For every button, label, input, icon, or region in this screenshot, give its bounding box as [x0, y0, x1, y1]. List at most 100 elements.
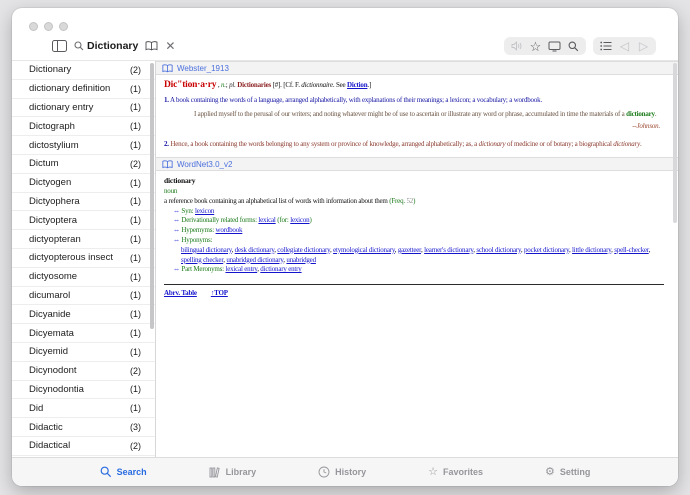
hyponym-link[interactable]: unabridged dictionary: [226, 256, 283, 264]
forward-icon[interactable]: ▷: [635, 39, 652, 53]
pronounce-speaker-icon[interactable]: [508, 39, 525, 53]
word-label: dicumarol: [29, 290, 126, 301]
hyponym-link[interactable]: collegiate dictionary: [277, 246, 330, 254]
word-list-item[interactable]: dictyopterous insect (1): [12, 249, 155, 268]
tab-setting[interactable]: ⚙ Setting: [545, 467, 590, 478]
hyponym-link[interactable]: bilingual dictionary: [181, 246, 232, 254]
hyponym-link[interactable]: spelling checker: [181, 256, 223, 264]
close-window-button[interactable]: [29, 22, 38, 31]
word-label: Dictyogen: [29, 177, 126, 188]
synonym-link[interactable]: lexicon: [195, 207, 214, 215]
word-list-item[interactable]: Didactical (2): [12, 437, 155, 456]
word-label: Dictyoptera: [29, 215, 126, 226]
word-label: dictyopteran: [29, 234, 126, 245]
top-link[interactable]: ↑TOP: [211, 289, 228, 299]
search-input[interactable]: Dictionary: [74, 40, 138, 52]
tab-favorites[interactable]: ☆ Favorites: [428, 467, 483, 478]
favorite-star-icon[interactable]: ☆: [527, 39, 544, 53]
search-icon: [74, 41, 84, 51]
word-list-item[interactable]: dictyosome (1): [12, 268, 155, 287]
dictionary-book-icon[interactable]: [145, 39, 158, 53]
hyponym-link[interactable]: desk dictionary: [235, 246, 275, 254]
derivation-for-link[interactable]: lexicon: [290, 216, 309, 224]
word-list-item[interactable]: Dictyophera (1): [12, 193, 155, 212]
word-count: (1): [130, 290, 141, 300]
search-value: Dictionary: [87, 40, 138, 52]
word-label: Dicyemata: [29, 328, 126, 339]
word-list-item[interactable]: Didactic (3): [12, 418, 155, 437]
word-list-item[interactable]: Dicyemid (1): [12, 343, 155, 362]
meronym-link[interactable]: lexical entry: [225, 265, 257, 273]
word-list: Dictionary (2) dictionary definition (1)…: [12, 61, 155, 456]
see-diction-link[interactable]: Diction: [347, 81, 367, 89]
meronym-link[interactable]: dictionary entry: [260, 265, 301, 273]
tab-library[interactable]: Library: [209, 466, 257, 478]
definition-1: 1. A book containing the words of a lang…: [164, 95, 668, 105]
hypernym-link[interactable]: wordbook: [216, 226, 243, 234]
word-count: (1): [130, 384, 141, 394]
word-count: (1): [130, 121, 141, 131]
etymology: dictionnaire: [301, 81, 333, 89]
word-list-item[interactable]: dicumarol (1): [12, 287, 155, 306]
history-clock-icon: [318, 466, 330, 478]
hyponym-link[interactable]: unabridged: [286, 256, 316, 264]
tab-history[interactable]: History: [318, 466, 366, 478]
find-in-page-icon[interactable]: [565, 39, 582, 53]
favorites-star-icon: ☆: [428, 467, 438, 478]
word-list-item[interactable]: Dictograph (1): [12, 117, 155, 136]
word-list-item[interactable]: dictionary definition (1): [12, 80, 155, 99]
hyponym-link[interactable]: pocket dictionary: [524, 246, 569, 254]
library-icon: [209, 466, 221, 478]
sidebar-scrollbar[interactable]: [150, 63, 154, 329]
wordnet-gloss: a reference book containing an alphabeti…: [164, 197, 668, 207]
word-label: Dicynodont: [29, 365, 126, 376]
hyponym-link[interactable]: etymological dictionary: [333, 246, 395, 254]
word-label: Did: [29, 403, 126, 414]
word-list-item[interactable]: Dicynodont (2): [12, 362, 155, 381]
headword: Dic"tion·a·ry: [164, 80, 216, 90]
wordnet-headword: dictionary: [164, 176, 668, 187]
word-list-sidebar: Dictionary (2) dictionary definition (1)…: [12, 61, 156, 457]
word-list-item[interactable]: Dictionary (2): [12, 61, 155, 80]
minimize-window-button[interactable]: [44, 22, 53, 31]
navigation-group: ◁ ▷: [593, 37, 656, 55]
word-list-item[interactable]: Dictyogen (1): [12, 174, 155, 193]
word-list-item[interactable]: dictostylium (1): [12, 136, 155, 155]
word-label: dictyopterous insect: [29, 252, 126, 263]
title-bar: [12, 8, 678, 32]
word-list-item[interactable]: Dicyanide (1): [12, 305, 155, 324]
word-count: (1): [130, 102, 141, 112]
word-label: dictionary entry: [29, 102, 126, 113]
derivation-link[interactable]: lexical: [258, 216, 275, 224]
hyponym-link[interactable]: little dictionary: [572, 246, 611, 254]
abbreviation-table-link[interactable]: Abrv. Table: [164, 289, 197, 299]
popup-window-icon[interactable]: [546, 39, 563, 53]
word-list-item[interactable]: Dictyoptera (1): [12, 211, 155, 230]
word-count: (1): [130, 84, 141, 94]
content-scrollbar[interactable]: [673, 63, 677, 223]
hyponym-link[interactable]: learner's dictionary: [424, 246, 473, 254]
back-icon[interactable]: ◁: [616, 39, 633, 53]
clear-search-icon[interactable]: ✕: [165, 39, 175, 53]
word-list-item[interactable]: Dictum (2): [12, 155, 155, 174]
sidebar-toggle-button[interactable]: [52, 39, 67, 53]
dictionary-list-icon[interactable]: [597, 39, 614, 53]
word-list-item[interactable]: dictyopteran (1): [12, 230, 155, 249]
wordnet-article: dictionary noun a reference book contain…: [156, 171, 678, 299]
dictionary-source-header[interactable]: Webster_1913: [156, 61, 678, 75]
hyponym-link[interactable]: gazetteer: [398, 246, 421, 254]
dictionary-source-header[interactable]: WordNet3.0_v2: [156, 157, 678, 171]
word-label: Dicyanide: [29, 309, 126, 320]
word-list-item[interactable]: Did (1): [12, 399, 155, 418]
hyponym-line: ⇔ Hyponyms:: [173, 236, 668, 246]
word-list-item[interactable]: dictionary entry (1): [12, 99, 155, 118]
quote-attribution: --Johnson.: [164, 121, 668, 131]
word-list-item[interactable]: Dicyemata (1): [12, 324, 155, 343]
word-list-item[interactable]: Dicynodontia (1): [12, 381, 155, 400]
tab-search[interactable]: Search: [100, 466, 147, 478]
word-count: (1): [130, 140, 141, 150]
zoom-window-button[interactable]: [59, 22, 68, 31]
hyponym-link[interactable]: school dictionary: [476, 246, 521, 254]
hyponym-link[interactable]: spell-checker: [614, 246, 648, 254]
webster-article: Dic"tion·a·ry , n.; pl. Dictionaries [#]…: [156, 75, 678, 151]
